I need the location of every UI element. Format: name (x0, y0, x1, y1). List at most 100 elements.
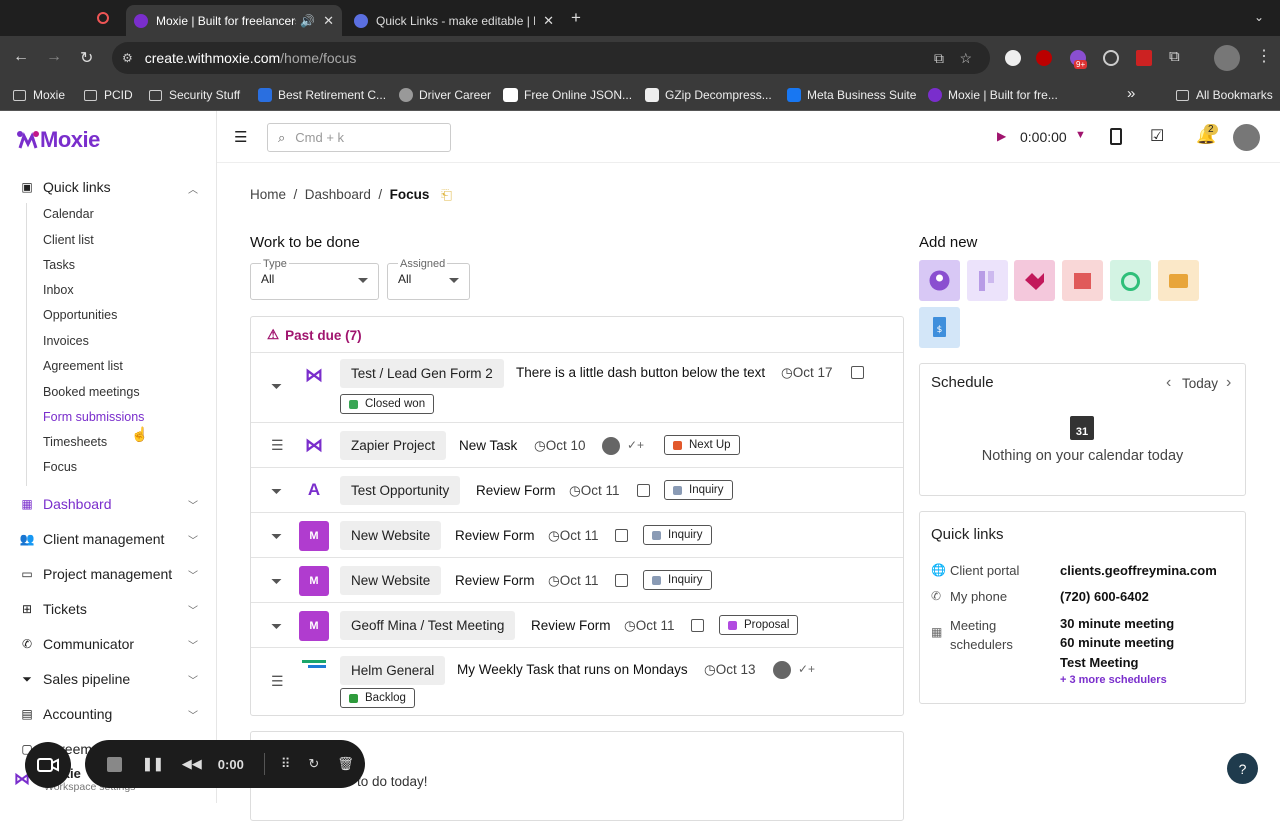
chevron-down-icon[interactable]: ﹀ (188, 532, 198, 547)
bookmark-item[interactable]: Driver Career (399, 88, 491, 102)
task-row[interactable]: ⏷ M Geoff Mina / Test Meeting Review For… (251, 602, 903, 647)
stop-icon[interactable] (107, 756, 122, 772)
rewind-icon[interactable]: ◀◀ (182, 756, 202, 772)
task-row[interactable]: ⏷ ⋈ Test / Lead Gen Form 2 There is a li… (251, 352, 903, 422)
search-input[interactable]: ⌕ Cmd + k (267, 123, 451, 152)
meeting-link[interactable]: Test Meeting (1060, 655, 1139, 670)
bookmark-item[interactable]: Moxie (13, 88, 65, 102)
timer-dropdown-icon[interactable]: ▼ (1075, 129, 1086, 141)
assignee-avatar[interactable] (602, 437, 620, 455)
sidebar-item-client-management[interactable]: 👥 Client management (20, 531, 165, 547)
project-chip[interactable]: Test / Lead Gen Form 2 (340, 359, 504, 388)
type-select[interactable]: Type All (250, 258, 379, 300)
task-checkbox[interactable] (637, 484, 650, 497)
extension-icon[interactable] (1136, 50, 1152, 66)
quick-link-booked-meetings[interactable]: Booked meetings (43, 385, 140, 399)
add-project-button[interactable] (967, 260, 1008, 301)
pause-icon[interactable]: ❚❚ (142, 756, 164, 772)
browser-tab-quick-links[interactable]: Quick Links - make editable | Moxie ✕ (346, 5, 562, 36)
bookmark-add-icon[interactable]: ⎗ (441, 187, 452, 202)
bookmark-item[interactable]: Security Stuff (149, 88, 240, 102)
task-name[interactable]: Review Form (531, 618, 611, 633)
sidebar-item-sales-pipeline[interactable]: ⏷ Sales pipeline (20, 671, 130, 687)
quick-link-inbox[interactable]: Inbox (43, 283, 74, 297)
project-chip[interactable]: New Website (340, 566, 442, 595)
chevron-down-icon[interactable]: ﹀ (188, 497, 198, 512)
chevron-down-icon[interactable]: ﹀ (188, 637, 198, 652)
sidebar-item-communicator[interactable]: ✆ Communicator (20, 636, 134, 652)
task-checkbox[interactable] (615, 529, 628, 542)
restart-icon[interactable]: ↻ (308, 756, 319, 772)
extensions-puzzle-icon[interactable]: ⧉ (1169, 48, 1180, 65)
quick-link-client-list[interactable]: Client list (43, 233, 94, 247)
project-chip[interactable]: New Website (340, 521, 442, 550)
add-deliverable-button[interactable] (1062, 260, 1103, 301)
site-info-icon[interactable]: ⚙ (122, 51, 133, 65)
record-indicator-icon[interactable] (97, 12, 109, 24)
status-tag[interactable]: Closed won (340, 394, 435, 414)
project-chip[interactable]: Geoff Mina / Test Meeting (340, 611, 516, 640)
bookmark-item[interactable]: Best Retirement C... (258, 88, 386, 102)
quick-link-calendar[interactable]: Calendar (43, 207, 94, 221)
help-chat-icon[interactable]: ? (1227, 753, 1258, 784)
camera-toggle-icon[interactable] (25, 742, 71, 788)
task-checkbox[interactable] (851, 366, 864, 379)
status-tag[interactable]: Next Up (664, 435, 740, 455)
bookmark-item[interactable]: PCID (84, 88, 133, 102)
sidebar-item-project-management[interactable]: ▭ Project management (20, 566, 172, 582)
ublock-icon[interactable] (1036, 50, 1052, 66)
task-checkbox[interactable] (615, 574, 628, 587)
phone-value[interactable]: (720) 600-6402 (1060, 589, 1149, 604)
quick-link-timesheets[interactable]: Timesheets (43, 435, 107, 449)
extension-icon[interactable] (1005, 50, 1021, 66)
bookmark-star-icon[interactable]: ☆ (959, 50, 972, 67)
quick-link-invoices[interactable]: Invoices (43, 334, 89, 348)
assignee-avatar[interactable] (773, 661, 791, 679)
bookmark-item[interactable]: GZip Decompress... (645, 88, 772, 102)
client-portal-link[interactable]: clients.geoffreymina.com (1060, 563, 1217, 578)
bookmark-item[interactable]: Moxie | Built for fre... (928, 88, 1058, 102)
assign-user-icon[interactable]: ✓+ (627, 438, 644, 452)
sidebar-item-dashboard[interactable]: ▦ Dashboard (20, 496, 111, 512)
tab-search-icon[interactable]: ⌄ (1254, 10, 1264, 24)
task-name[interactable]: Review Form (476, 483, 556, 498)
status-tag[interactable]: Inquiry (664, 480, 733, 500)
close-tab-icon[interactable]: ✕ (323, 13, 334, 29)
sidebar-item-accounting[interactable]: ▤ Accounting (20, 706, 112, 722)
back-icon[interactable]: ← (13, 48, 29, 66)
quick-link-focus[interactable]: Focus (43, 460, 77, 474)
chevron-down-icon[interactable]: ﹀ (188, 567, 198, 582)
collapse-sidebar-icon[interactable]: ☰ (234, 128, 247, 146)
task-name[interactable]: My Weekly Task that runs on Mondays (457, 662, 688, 677)
project-chip[interactable]: Helm General (340, 656, 446, 685)
task-name[interactable]: New Task (459, 438, 517, 453)
task-name[interactable]: Review Form (455, 528, 535, 543)
checklist-icon[interactable]: ☑ (1150, 126, 1164, 146)
mobile-icon[interactable] (1110, 128, 1122, 145)
prev-day-icon[interactable]: ‹ (1166, 374, 1171, 392)
more-schedulers-link[interactable]: + 3 more schedulers (1060, 674, 1167, 686)
bookmark-item[interactable]: Meta Business Suite (787, 88, 916, 102)
past-due-header[interactable]: ⚠ Past due (7) (267, 327, 362, 343)
breadcrumb-dashboard[interactable]: Dashboard (305, 187, 371, 202)
status-tag[interactable]: Inquiry (643, 570, 712, 590)
quick-link-form-submissions[interactable]: Form submissions (43, 410, 144, 424)
task-name[interactable]: There is a little dash button below the … (516, 365, 765, 380)
open-external-icon[interactable]: ⧉ (934, 50, 944, 67)
all-bookmarks[interactable]: All Bookmarks (1176, 88, 1273, 102)
grid-icon[interactable]: ⠿ (281, 756, 291, 772)
bookmark-item[interactable]: Free Online JSON... (503, 88, 632, 102)
url-field[interactable]: ⚙ create.withmoxie.com/home/focus ⧉ ☆ (112, 42, 990, 74)
next-day-icon[interactable]: › (1226, 374, 1231, 392)
task-row[interactable]: ☰ Helm General My Weekly Task that runs … (251, 647, 903, 715)
task-checkbox[interactable] (691, 619, 704, 632)
audio-icon[interactable]: 🔊 (300, 14, 315, 28)
browser-menu-icon[interactable]: ⋮ (1256, 46, 1272, 66)
forward-icon[interactable]: → (46, 48, 62, 66)
meeting-link[interactable]: 60 minute meeting (1060, 635, 1174, 650)
add-timer-button[interactable] (1110, 260, 1151, 301)
status-tag[interactable]: Inquiry (643, 525, 712, 545)
add-opportunity-button[interactable] (1014, 260, 1055, 301)
project-chip[interactable]: Zapier Project (340, 431, 447, 460)
project-chip[interactable]: Test Opportunity (340, 476, 461, 505)
